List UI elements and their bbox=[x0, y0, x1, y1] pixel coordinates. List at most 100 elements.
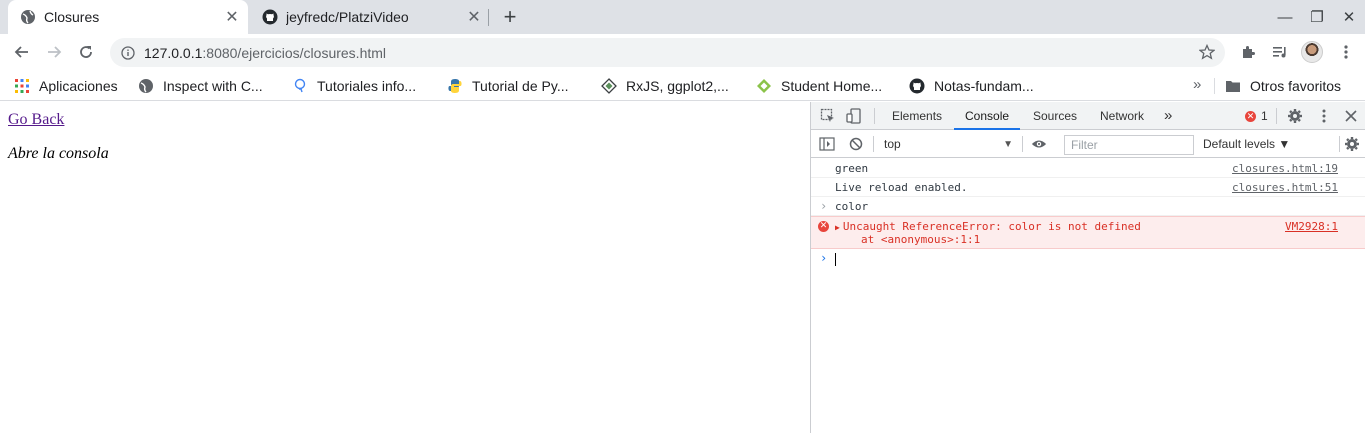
bookmark-tutoriales[interactable]: Tutoriales info... bbox=[292, 76, 416, 96]
source-link[interactable]: VM2928:1 bbox=[1285, 220, 1338, 233]
globe-icon bbox=[20, 9, 36, 25]
divider bbox=[873, 136, 874, 152]
tab-close-icon[interactable]: ✕ bbox=[222, 7, 242, 27]
bookmark-star-icon[interactable] bbox=[1198, 43, 1216, 60]
profile-avatar[interactable] bbox=[1300, 40, 1324, 64]
dropdown-arrow-icon: ▼ bbox=[1003, 139, 1013, 150]
tab-closures[interactable]: Closures ✕ bbox=[8, 0, 248, 34]
leaf-diamond-icon bbox=[756, 78, 772, 94]
new-tab-button[interactable]: + bbox=[499, 4, 521, 29]
forward-button[interactable] bbox=[42, 40, 66, 64]
sidebar-toggle-icon[interactable] bbox=[819, 136, 835, 152]
console-output: green closures.html:19 Live reload enabl… bbox=[811, 159, 1365, 433]
console-message: Live reload enabled. closures.html:51 bbox=[811, 178, 1365, 197]
chevron-right-icon: › bbox=[820, 199, 828, 213]
bookmark-label: Notas-fundam... bbox=[934, 78, 1034, 94]
context-select[interactable]: top ▼ bbox=[881, 135, 1015, 154]
error-stack: at <anonymous>:1:1 bbox=[861, 233, 981, 246]
extensions-icon[interactable] bbox=[1236, 40, 1260, 64]
divider bbox=[1339, 136, 1340, 152]
diamond-icon bbox=[601, 78, 617, 94]
url-path: :8080/ejercicios/closures.html bbox=[202, 44, 387, 61]
error-icon: ✕ bbox=[818, 221, 829, 232]
tab-elements[interactable]: Elements bbox=[892, 102, 942, 130]
message-text: Live reload enabled. bbox=[835, 181, 968, 194]
bookmarks-separator bbox=[1214, 78, 1215, 94]
clear-console-icon[interactable] bbox=[848, 136, 864, 152]
tab-separator bbox=[488, 9, 489, 26]
url-host: 127.0.0.1 bbox=[144, 44, 203, 61]
address-bar[interactable]: 127.0.0.1:8080/ejercicios/closures.html bbox=[110, 38, 1225, 67]
arrow-left-icon bbox=[14, 46, 28, 58]
log-levels-dropdown[interactable]: Default levels ▼ bbox=[1203, 135, 1290, 154]
tab-console[interactable]: Console bbox=[954, 102, 1021, 130]
devtools-menu-icon[interactable] bbox=[1316, 108, 1332, 124]
console-filter-input[interactable]: Filter bbox=[1064, 135, 1194, 155]
console-error: ✕ ▶ Uncaught ReferenceError: color is not… bbox=[811, 216, 1365, 249]
arrow-right-icon bbox=[48, 46, 62, 58]
back-button[interactable] bbox=[10, 40, 34, 64]
expand-triangle-icon[interactable]: ▶ bbox=[835, 223, 840, 232]
close-window-icon[interactable]: ✕ bbox=[1333, 8, 1365, 26]
error-count: 1 bbox=[1261, 109, 1268, 123]
tab-title: Closures bbox=[44, 9, 100, 25]
bookmark-label: RxJS, ggplot2,... bbox=[626, 78, 729, 94]
device-toolbar-icon[interactable] bbox=[846, 108, 862, 124]
tab-sources[interactable]: Sources bbox=[1033, 102, 1077, 130]
divider bbox=[1022, 136, 1023, 152]
bookmark-aplicaciones[interactable]: Aplicaciones bbox=[14, 76, 118, 96]
tab-close-icon[interactable]: ✕ bbox=[464, 7, 484, 27]
reload-icon bbox=[80, 46, 92, 58]
divider bbox=[1276, 108, 1277, 124]
menu-dots-icon[interactable] bbox=[1334, 40, 1358, 64]
bookmark-python[interactable]: Tutorial de Py... bbox=[447, 76, 568, 96]
minimize-icon[interactable]: — bbox=[1269, 9, 1301, 26]
bookmark-label: Student Home... bbox=[781, 78, 883, 94]
text-caret bbox=[835, 252, 836, 266]
bookmarks-bar: Aplicaciones Inspect with C... Tutoriale… bbox=[0, 70, 1365, 101]
close-devtools-icon[interactable] bbox=[1343, 108, 1359, 124]
tab-network[interactable]: Network bbox=[1100, 102, 1144, 130]
globe-icon bbox=[138, 78, 154, 94]
source-link[interactable]: closures.html:19 bbox=[1232, 162, 1338, 175]
go-back-link[interactable]: Go Back bbox=[8, 111, 64, 129]
console-input-echo: › color bbox=[811, 197, 1365, 216]
console-toolbar: top ▼ Filter Default levels ▼ bbox=[811, 131, 1365, 158]
tab-strip: Closures ✕ jeyfredc/PlatziVideo ✕ + — ❐ … bbox=[0, 0, 1365, 34]
site-info-icon[interactable] bbox=[120, 45, 136, 61]
error-icon: ✕ bbox=[1245, 110, 1256, 122]
folder-icon bbox=[1225, 78, 1241, 94]
bookmark-rxjs[interactable]: RxJS, ggplot2,... bbox=[601, 76, 729, 96]
console-settings-gear-icon[interactable] bbox=[1344, 136, 1360, 152]
tab-platzivideo[interactable]: jeyfredc/PlatziVideo ✕ bbox=[250, 0, 490, 34]
more-tabs-button[interactable]: » bbox=[1164, 102, 1172, 130]
error-counter[interactable]: ✕ 1 bbox=[1245, 109, 1268, 123]
media-control-icon[interactable] bbox=[1268, 40, 1292, 64]
bookmark-otros-favoritos[interactable]: Otros favoritos bbox=[1225, 76, 1341, 96]
inspect-element-icon[interactable] bbox=[820, 108, 836, 124]
python-icon bbox=[447, 78, 463, 94]
bookmark-student-home[interactable]: Student Home... bbox=[756, 76, 882, 96]
devtools-panel: Elements Console Sources Network » ✕ 1 t… bbox=[810, 102, 1365, 433]
error-text: Uncaught ReferenceError: color is not de… bbox=[842, 220, 1141, 233]
message-text: color bbox=[835, 200, 869, 213]
chevron-right-icon: › bbox=[820, 251, 828, 265]
devtools-tabbar: Elements Console Sources Network » ✕ 1 bbox=[811, 102, 1365, 130]
page-note: Abre la consola bbox=[8, 145, 109, 162]
bookmarks-overflow-button[interactable]: » bbox=[1193, 76, 1201, 93]
reload-button[interactable] bbox=[74, 40, 98, 64]
message-text: green bbox=[835, 162, 869, 175]
bookmark-label: Otros favoritos bbox=[1250, 78, 1342, 94]
url-text: 127.0.0.1:8080/ejercicios/closures.html bbox=[144, 45, 386, 61]
github-icon bbox=[909, 78, 925, 94]
settings-gear-icon[interactable] bbox=[1287, 108, 1303, 124]
restore-icon[interactable]: ❐ bbox=[1301, 8, 1333, 26]
context-value: top bbox=[884, 137, 901, 151]
bookmark-label: Tutoriales info... bbox=[317, 78, 417, 94]
live-expression-eye-icon[interactable] bbox=[1031, 136, 1047, 152]
bookmark-inspect[interactable]: Inspect with C... bbox=[138, 76, 263, 96]
apps-grid-icon bbox=[14, 78, 30, 94]
console-prompt[interactable]: › bbox=[811, 249, 1365, 268]
source-link[interactable]: closures.html:51 bbox=[1232, 181, 1338, 194]
bookmark-notas[interactable]: Notas-fundam... bbox=[909, 76, 1034, 96]
